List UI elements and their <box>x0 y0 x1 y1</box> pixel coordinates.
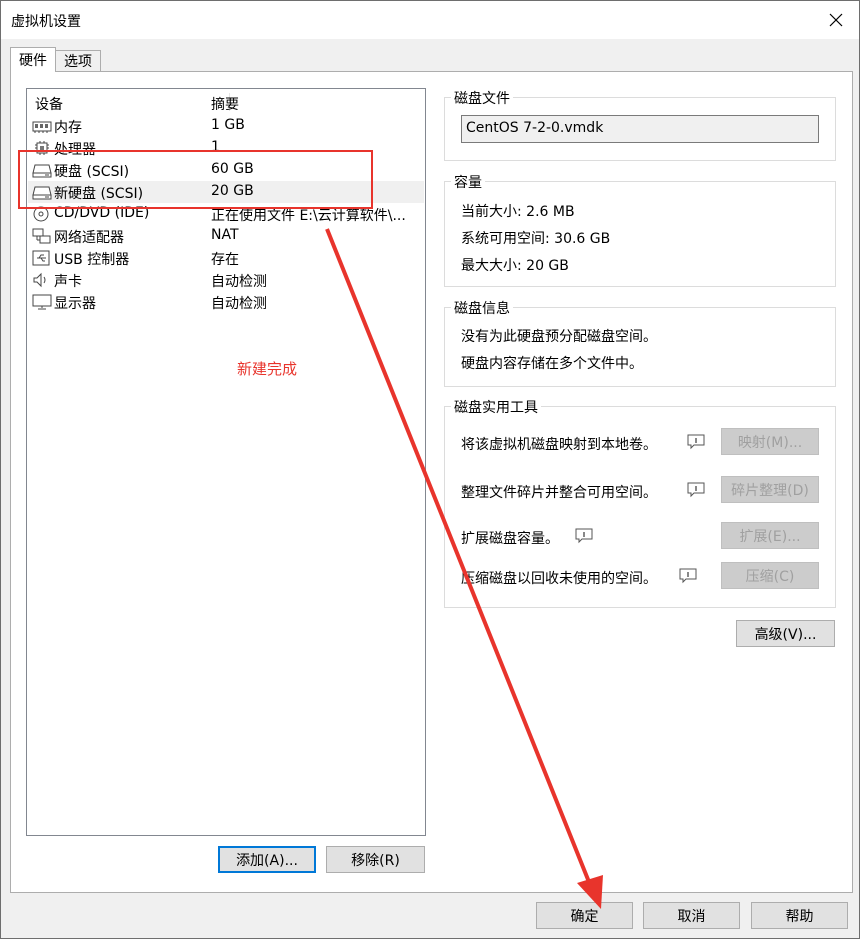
compact-button[interactable]: 压缩(C) <box>721 562 819 589</box>
info-icon[interactable] <box>679 568 697 584</box>
map-description: 将该虚拟机磁盘映射到本地卷。 <box>461 437 657 453</box>
device-summary: 1 <box>211 139 220 155</box>
tab-strip: 硬件 选项 <box>10 47 101 72</box>
remove-device-button[interactable]: 移除(R) <box>326 846 425 873</box>
info-icon[interactable] <box>687 482 705 498</box>
disk-file-field[interactable]: CentOS 7-2-0.vmdk <box>461 115 819 143</box>
annotation-note: 新建完成 <box>237 360 298 378</box>
device-summary: 自动检测 <box>211 296 267 312</box>
device-row-usb-controller[interactable]: USB 控制器 存在 <box>28 247 424 269</box>
device-row-processor[interactable]: 处理器 1 <box>28 137 424 159</box>
tab-options[interactable]: 选项 <box>55 50 101 72</box>
group-label: 容量 <box>451 172 485 192</box>
title-bar: 虚拟机设置 <box>1 1 859 39</box>
ok-button[interactable]: 确定 <box>536 902 633 929</box>
advanced-button[interactable]: 高级(V)... <box>736 620 835 647</box>
network-adapter-icon <box>32 228 51 244</box>
disk-info-line-1: 没有为此硬盘预分配磁盘空间。 <box>461 329 657 345</box>
expand-description: 扩展磁盘容量。 <box>461 531 559 547</box>
device-summary: NAT <box>211 227 239 243</box>
display-icon <box>32 294 52 310</box>
group-label: 磁盘实用工具 <box>451 397 541 417</box>
column-header-device[interactable]: 设备 <box>35 94 63 114</box>
hard-disk-icon <box>32 186 52 200</box>
device-summary: 自动检测 <box>211 274 267 290</box>
device-name: USB 控制器 <box>54 252 130 268</box>
column-header-summary[interactable]: 摘要 <box>211 94 239 114</box>
device-summary: 正在使用文件 E:\云计算软件\... <box>211 208 406 224</box>
cancel-button[interactable]: 取消 <box>643 902 740 929</box>
system-available-text: 系统可用空间: 30.6 GB <box>461 231 611 247</box>
usb-icon <box>32 250 50 266</box>
compact-description: 压缩磁盘以回收未使用的空间。 <box>461 571 657 587</box>
device-row-hard-disk[interactable]: 硬盘 (SCSI) 60 GB <box>28 159 424 181</box>
group-label: 磁盘信息 <box>451 298 513 318</box>
processor-icon <box>35 141 49 155</box>
close-button[interactable] <box>819 5 853 35</box>
disk-info-group: 磁盘信息 没有为此硬盘预分配磁盘空间。 硬盘内容存储在多个文件中。 <box>444 298 836 387</box>
device-row-new-hard-disk[interactable]: 新硬盘 (SCSI) 20 GB <box>28 181 424 203</box>
device-summary: 1 GB <box>211 117 245 133</box>
help-button[interactable]: 帮助 <box>751 902 848 929</box>
window-title: 虚拟机设置 <box>11 14 81 30</box>
defrag-description: 整理文件碎片并整合可用空间。 <box>461 485 657 501</box>
max-size-text: 最大大小: 20 GB <box>461 258 569 274</box>
cd-dvd-icon <box>33 206 49 222</box>
current-size-text: 当前大小: 2.6 MB <box>461 204 575 220</box>
device-name: 声卡 <box>54 274 82 290</box>
group-label: 磁盘文件 <box>451 88 513 108</box>
memory-icon <box>32 121 52 133</box>
device-row-memory[interactable]: 内存 1 GB <box>28 115 424 137</box>
device-row-sound-card[interactable]: 声卡 自动检测 <box>28 269 424 291</box>
defrag-button[interactable]: 碎片整理(D) <box>721 476 819 503</box>
hard-disk-icon <box>32 164 52 178</box>
device-row-display[interactable]: 显示器 自动检测 <box>28 291 424 313</box>
device-name: 显示器 <box>54 296 96 312</box>
disk-utilities-group: 磁盘实用工具 将该虚拟机磁盘映射到本地卷。 映射(M)... 整理文件碎片并整合… <box>444 397 836 608</box>
list-header: 设备 摘要 <box>27 91 425 113</box>
map-button[interactable]: 映射(M)... <box>721 428 819 455</box>
expand-button[interactable]: 扩展(E)... <box>721 522 819 549</box>
device-row-network-adapter[interactable]: 网络适配器 NAT <box>28 225 424 247</box>
vm-settings-dialog: 虚拟机设置 硬件 选项 设备 摘要 内存 1 GB 处理器 1 硬盘 (SCSI… <box>0 0 860 939</box>
add-device-button[interactable]: 添加(A)... <box>218 846 316 873</box>
device-name: 处理器 <box>54 142 96 158</box>
device-summary: 60 GB <box>211 161 254 177</box>
device-name: 硬盘 (SCSI) <box>54 164 130 180</box>
disk-file-group: 磁盘文件 CentOS 7-2-0.vmdk <box>444 88 836 161</box>
disk-info-line-2: 硬盘内容存储在多个文件中。 <box>461 356 643 372</box>
info-icon[interactable] <box>575 528 593 544</box>
device-summary: 存在 <box>211 252 239 268</box>
device-name: 新硬盘 (SCSI) <box>54 186 144 202</box>
device-name: CD/DVD (IDE) <box>54 205 150 221</box>
device-list[interactable]: 设备 摘要 内存 1 GB 处理器 1 硬盘 (SCSI) 60 GB 新硬盘 … <box>26 88 426 836</box>
device-row-cd-dvd[interactable]: CD/DVD (IDE) 正在使用文件 E:\云计算软件\... <box>28 203 424 225</box>
sound-card-icon <box>33 272 46 288</box>
info-icon[interactable] <box>687 434 705 450</box>
close-icon <box>829 13 843 27</box>
device-name: 内存 <box>54 120 82 136</box>
tab-hardware[interactable]: 硬件 <box>10 47 56 72</box>
device-summary: 20 GB <box>211 183 254 199</box>
device-name: 网络适配器 <box>54 230 124 246</box>
capacity-group: 容量 当前大小: 2.6 MB 系统可用空间: 30.6 GB 最大大小: 20… <box>444 172 836 287</box>
